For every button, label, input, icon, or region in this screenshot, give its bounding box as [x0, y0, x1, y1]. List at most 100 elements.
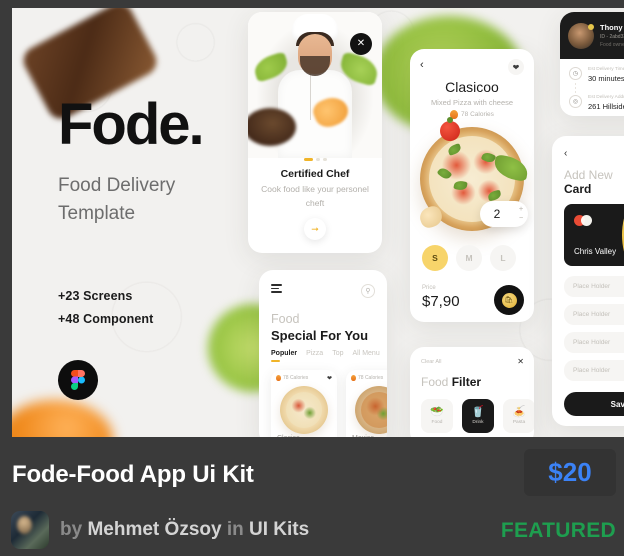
tab-all-menu[interactable]: All Menu: [352, 350, 379, 357]
size-selector[interactable]: S M L: [422, 245, 516, 271]
delivery-address-row: ◎ Est Delivery Address 261 Hillside Road: [569, 95, 624, 111]
carousel-dot-2[interactable]: [315, 158, 320, 161]
hero-subtitle: Food Delivery Template: [58, 175, 176, 224]
courier-header: Thony Asto ID - 2abd33df Food owner: [560, 12, 624, 59]
food-image: [355, 386, 387, 434]
food-calories: 78 Calories: [351, 375, 383, 381]
delivery-address-value: 261 Hillside Road: [588, 102, 624, 111]
page-root: Fode. Food Delivery Template +23 Screens…: [0, 0, 624, 556]
courier-info-card: Thony Asto ID - 2abd33df Food owner ◷ Es…: [560, 12, 624, 116]
delivery-time-row: ◷ Est Delivery Time 30 minutes.: [569, 67, 624, 83]
preview-image: Fode. Food Delivery Template +23 Screens…: [12, 8, 624, 437]
heart-icon[interactable]: ❤: [327, 375, 332, 382]
size-option-s[interactable]: S: [422, 245, 448, 271]
food-calories: 78 Calories: [276, 375, 308, 381]
card-field-2[interactable]: Place Holder: [564, 304, 624, 325]
chevron-left-icon[interactable]: ‹: [420, 59, 424, 71]
clock-icon: ◷: [569, 67, 582, 80]
author-avatar[interactable]: [11, 511, 49, 549]
hero-title: Fode.: [58, 92, 205, 157]
carousel-dot-1[interactable]: [303, 158, 313, 161]
courier-id: ID - 2abd33df: [600, 34, 624, 40]
hero-stats: +23 Screens +48 Component: [58, 289, 268, 326]
special-tabs[interactable]: Populer Pizza Top All Menu Food: [271, 350, 381, 362]
byline-in: in: [226, 519, 244, 540]
food-card-mexico[interactable]: 78 Calories Mexico: [346, 370, 387, 437]
salad-bowl-icon: 🥗: [430, 406, 444, 418]
add-to-cart-button[interactable]: 🛍: [494, 285, 524, 315]
filter-title: Food Filter: [421, 375, 481, 389]
carousel-dots[interactable]: [248, 158, 382, 161]
category-link[interactable]: UI Kits: [249, 519, 309, 540]
pizza-calories: 78 Calories: [410, 110, 534, 119]
hamburger-menu-icon[interactable]: [271, 284, 282, 293]
price-value: $7,90: [422, 293, 460, 310]
orange-decoration: [12, 400, 113, 437]
food-filter-card: Clear All ✕ Food Filter 🥗 Food 🥤 Drink 🍝…: [410, 347, 534, 437]
food-image: [280, 386, 328, 434]
card-field-3[interactable]: Place Holder: [564, 332, 624, 353]
add-new-card-panel: ‹ Add New Card •••• Chris Valley Place H…: [552, 136, 624, 426]
filter-chip-label: Pasta: [512, 420, 526, 425]
chevron-left-icon[interactable]: ‹: [564, 148, 567, 159]
close-icon[interactable]: ✕: [350, 33, 372, 55]
card-field-1[interactable]: Place Holder: [564, 276, 624, 297]
timeline-divider: [575, 83, 576, 95]
byline-by: by: [60, 519, 83, 540]
courier-role: Food owner: [600, 42, 624, 48]
filter-chip-drink[interactable]: 🥤 Drink: [462, 399, 494, 433]
arrow-right-icon[interactable]: ➞: [304, 218, 326, 240]
food-list: 78 Calories ❤ Clasico 78 Calories Mexico: [271, 370, 387, 437]
save-button[interactable]: Save: [564, 392, 624, 416]
quantity-increase-button[interactable]: +: [519, 206, 523, 213]
mastercard-icon: [574, 215, 594, 226]
hero-stat-screens: +23 Screens: [58, 289, 133, 304]
hero-block: Fode. Food Delivery Template +23 Screens…: [58, 92, 268, 401]
delivery-time-text: Est Delivery Time 30 minutes.: [588, 67, 624, 83]
food-calories-text: 78 Calories: [358, 375, 384, 381]
special-topbar: ⚲: [271, 284, 375, 298]
quantity-stepper[interactable]: 2 + −: [480, 201, 528, 227]
food-card-clasico[interactable]: 78 Calories ❤ Clasico: [271, 370, 337, 437]
heart-icon[interactable]: ❤: [508, 59, 524, 75]
card-field-4[interactable]: Place Holder: [564, 360, 624, 381]
special-for-you-card: ⚲ Food Special For You Populer Pizza Top…: [259, 270, 387, 437]
delivery-address-label: Est Delivery Address: [588, 95, 624, 100]
tab-pizza[interactable]: Pizza: [306, 350, 323, 357]
flame-icon: [276, 375, 281, 381]
filter-chip-pasta[interactable]: 🍝 Pasta: [503, 399, 534, 433]
size-option-m[interactable]: M: [456, 245, 482, 271]
filter-chip-label: Drink: [472, 420, 484, 425]
hero-stat-component: +48 Component: [58, 312, 154, 327]
location-icon: ◎: [569, 95, 582, 108]
price-badge[interactable]: $20: [524, 449, 616, 496]
tomato-icon: [440, 117, 460, 141]
pasta-bowl-icon: 🍝: [512, 406, 526, 418]
credit-card-preview: •••• Chris Valley: [564, 204, 624, 266]
courier-identity: Thony Asto ID - 2abd33df Food owner: [600, 23, 624, 48]
price-label: Price: [422, 285, 436, 291]
delivery-time-value: 30 minutes.: [588, 74, 624, 83]
featured-badge: FEATURED: [500, 519, 616, 542]
bag-icon: 🛍: [501, 292, 517, 308]
filter-chips[interactable]: 🥗 Food 🥤 Drink 🍝 Pasta: [421, 399, 534, 433]
quantity-decrease-button[interactable]: −: [519, 215, 523, 222]
search-icon[interactable]: ⚲: [361, 284, 375, 298]
author-name[interactable]: Mehmet Özsoy: [87, 519, 221, 540]
quantity-value: 2: [493, 207, 501, 221]
quantity-buttons[interactable]: + −: [514, 206, 528, 222]
clear-all-button[interactable]: Clear All: [421, 359, 441, 365]
carousel-dot-3[interactable]: [322, 158, 327, 161]
tab-populer[interactable]: Populer: [271, 350, 297, 362]
close-icon[interactable]: ✕: [517, 357, 524, 366]
filter-chip-food[interactable]: 🥗 Food: [421, 399, 453, 433]
pizza-card-topbar: ‹ ❤: [420, 59, 524, 75]
avatar: [568, 22, 594, 49]
special-title: Special For You: [271, 328, 369, 343]
card-holder-name: Chris Valley: [574, 247, 617, 256]
delivery-address-text: Est Delivery Address 261 Hillside Road: [588, 95, 624, 111]
tab-top[interactable]: Top: [332, 350, 343, 357]
certified-chef-card: ✕ Certified Chef Cook food like your per…: [248, 12, 382, 253]
product-title: Fode-Food App Ui Kit: [12, 461, 254, 488]
size-option-l[interactable]: L: [490, 245, 516, 271]
